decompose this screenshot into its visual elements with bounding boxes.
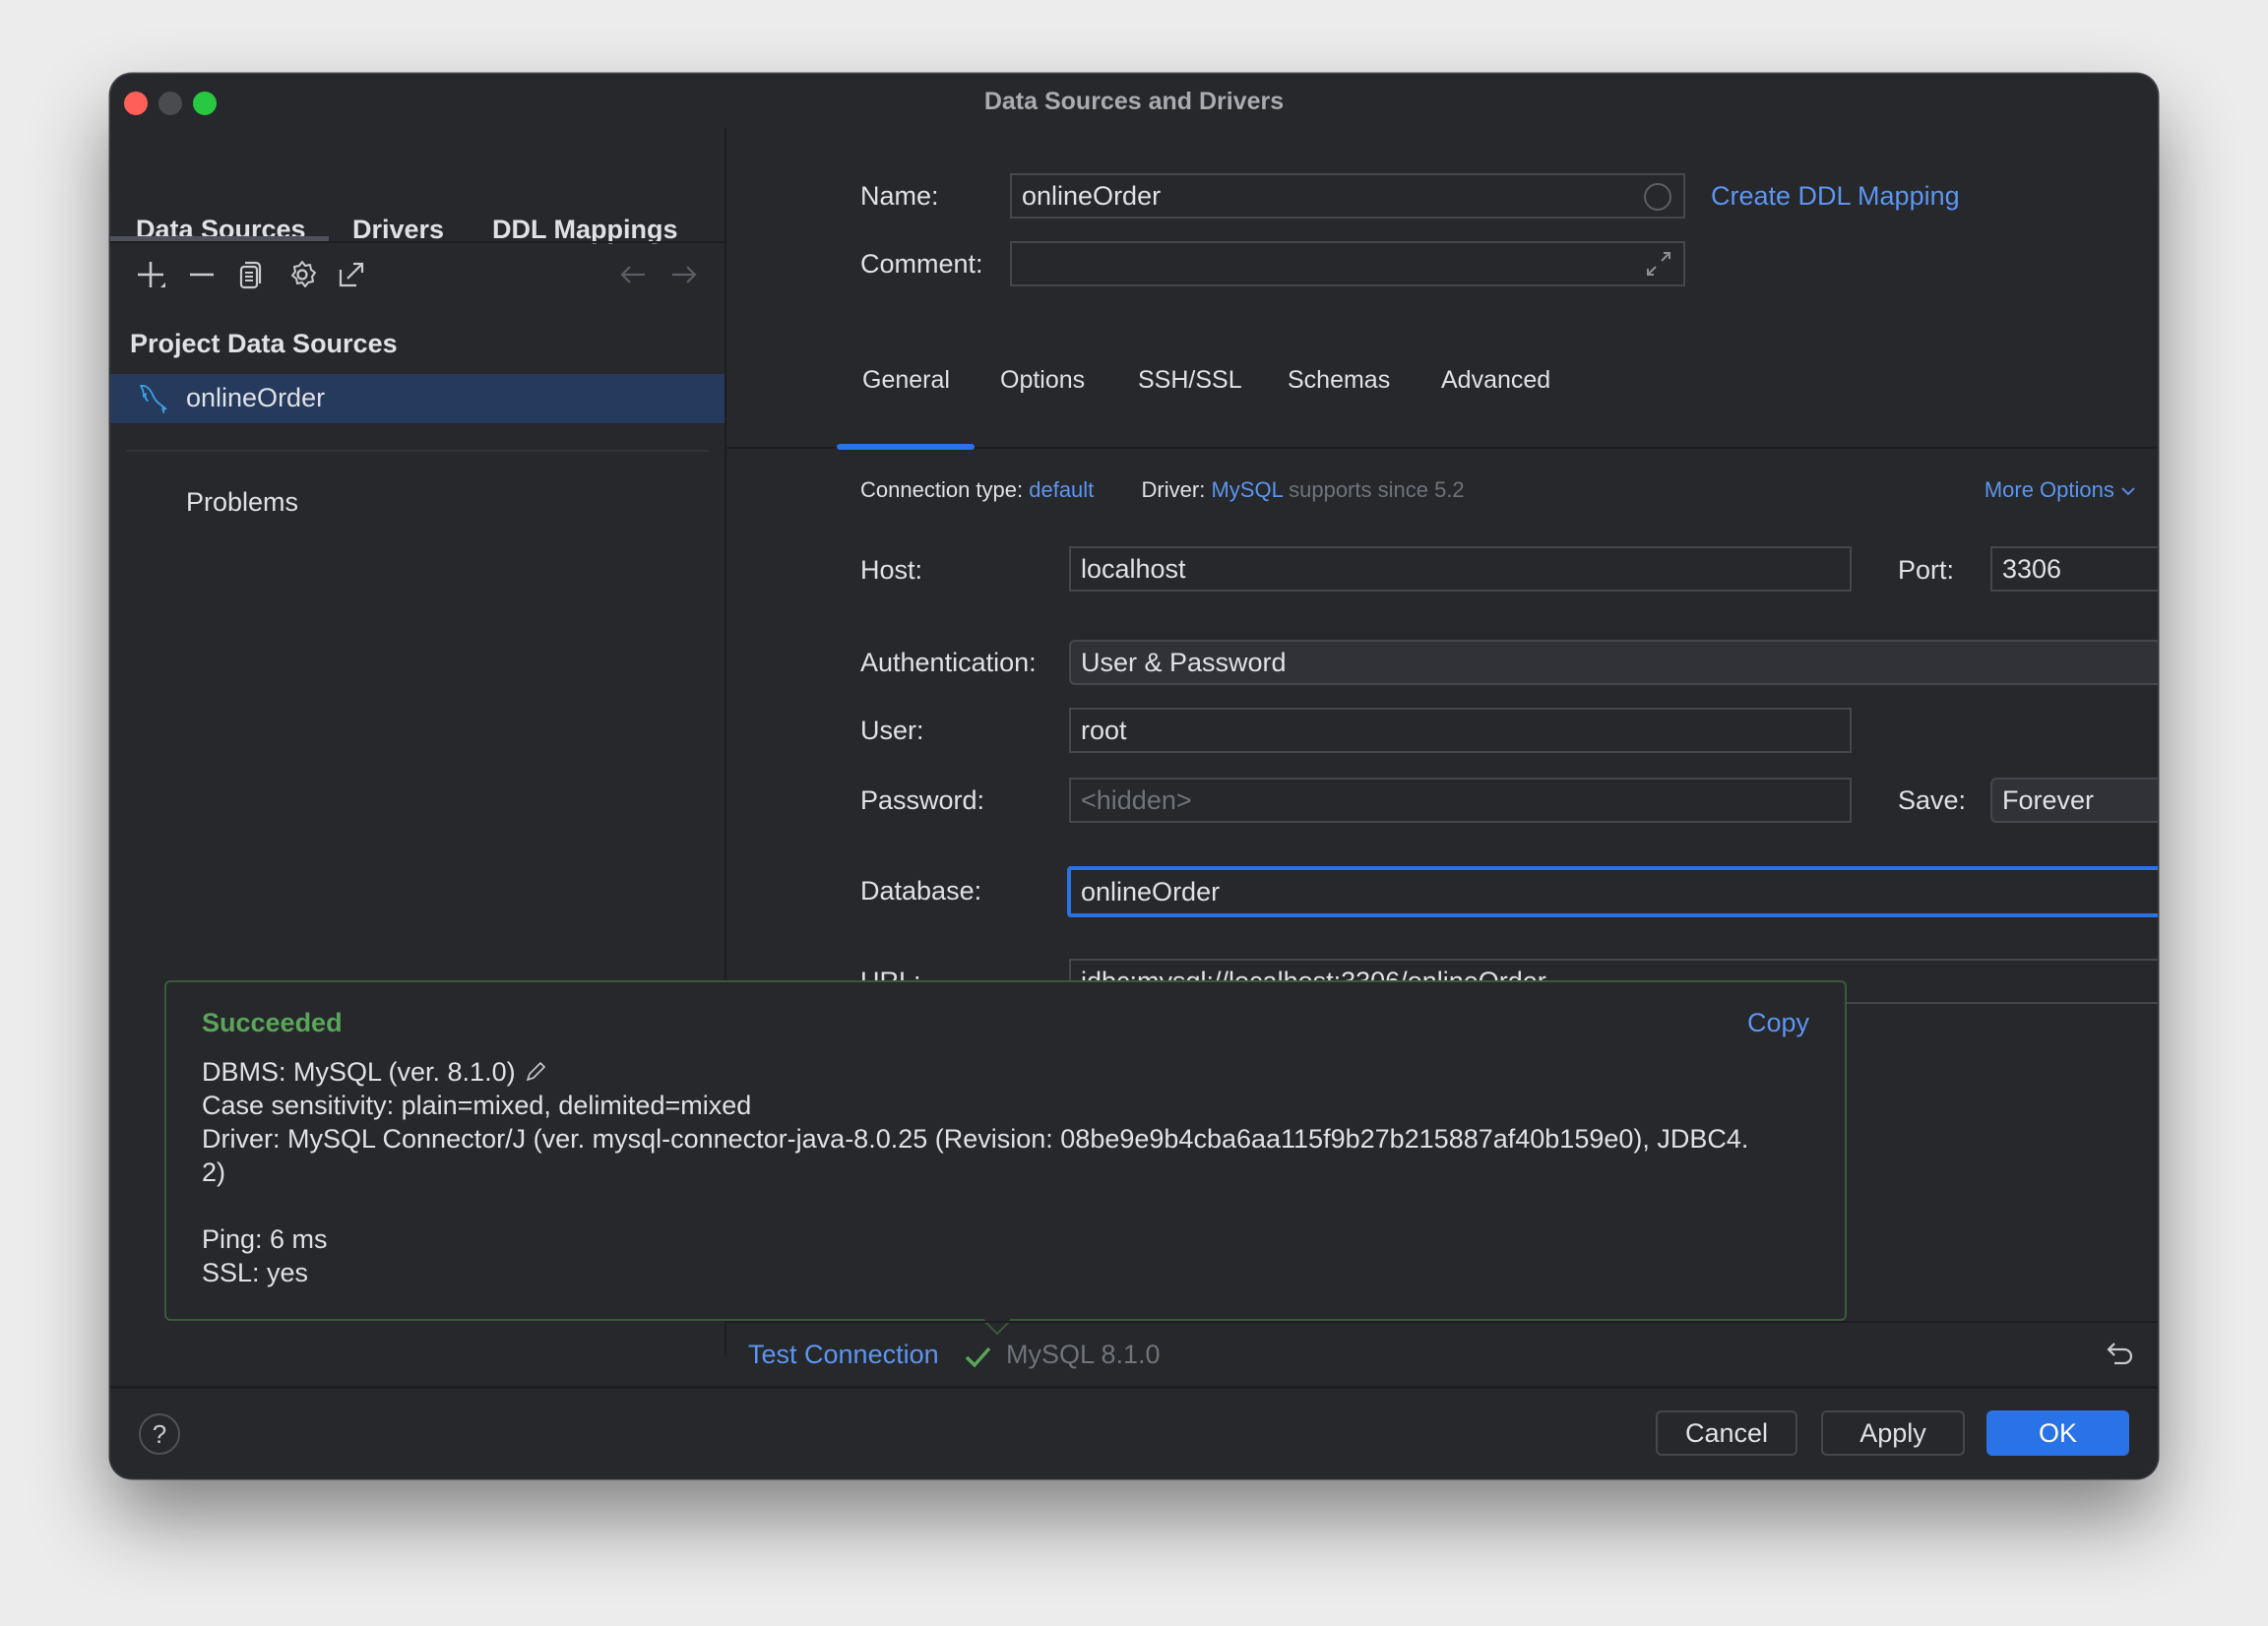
window-title: Data Sources and Drivers xyxy=(983,88,1285,115)
driver-link[interactable]: MySQL xyxy=(1211,477,1283,502)
port-label: Port: xyxy=(1898,555,1955,585)
remove-icon[interactable] xyxy=(185,258,219,291)
save-select[interactable]: Forever xyxy=(1990,778,2158,823)
status-bar-divider xyxy=(724,1321,2158,1323)
result-status: Succeeded xyxy=(202,1008,343,1037)
save-label: Save: xyxy=(1898,785,1967,815)
cancel-button[interactable]: Cancel xyxy=(1656,1410,1797,1456)
active-tab-indicator xyxy=(837,444,975,450)
ok-button[interactable]: OK xyxy=(1986,1410,2129,1456)
more-options-button[interactable]: More Options xyxy=(1984,477,2136,503)
user-label: User: xyxy=(860,716,924,745)
help-icon: ? xyxy=(152,1419,167,1449)
authentication-select[interactable]: User & Password xyxy=(1069,640,2158,685)
test-connection-result-popup: Succeeded Copy DBMS: MySQL (ver. 8.1.0) … xyxy=(164,980,1847,1321)
dialog-window: Data Sources and Drivers Data Sources Dr… xyxy=(110,74,2158,1478)
tab-advanced[interactable]: Advanced xyxy=(1441,366,1550,395)
comment-input[interactable] xyxy=(1010,241,1685,286)
back-arrow-icon[interactable] xyxy=(616,258,650,291)
authentication-value: User & Password xyxy=(1081,648,1287,677)
password-input[interactable]: <hidden> xyxy=(1069,778,1852,823)
tab-general[interactable]: General xyxy=(862,366,950,395)
active-tab-indicator xyxy=(110,236,329,241)
test-connection-link[interactable]: Test Connection xyxy=(748,1340,939,1370)
checkmark-icon xyxy=(965,1346,991,1368)
mysql-dolphin-icon xyxy=(138,382,169,415)
result-line-ping: Ping: 6 ms xyxy=(202,1224,328,1254)
result-line-ssl: SSL: yes xyxy=(202,1258,309,1287)
tab-ssh-ssl[interactable]: SSH/SSL xyxy=(1138,366,1242,395)
settings-gear-icon[interactable] xyxy=(285,258,319,291)
chevron-down-icon xyxy=(2121,487,2135,496)
apply-button[interactable]: Apply xyxy=(1821,1410,1965,1456)
project-data-sources-title: Project Data Sources xyxy=(130,329,398,358)
port-input[interactable]: 3306 xyxy=(1990,546,2158,592)
color-circle-icon[interactable] xyxy=(1644,183,1671,211)
result-line: Case sensitivity: plain=mixed, delimited… xyxy=(202,1091,752,1120)
copy-button[interactable]: Copy xyxy=(1747,1008,1809,1038)
data-source-name: onlineOrder xyxy=(186,383,326,412)
connection-type-label: Connection type: xyxy=(860,477,1024,502)
data-source-item-onlineorder[interactable]: onlineOrder xyxy=(110,374,724,423)
forward-arrow-icon[interactable] xyxy=(667,258,701,291)
footer-divider xyxy=(110,1386,2158,1389)
user-input[interactable]: root xyxy=(1069,708,1852,753)
result-line: 2) xyxy=(202,1157,226,1187)
expand-icon[interactable] xyxy=(1644,249,1673,279)
create-ddl-mapping-link[interactable]: Create DDL Mapping xyxy=(1711,181,1960,212)
driver-label: Driver: xyxy=(1141,477,1206,502)
connection-info-row: Connection type: default Driver: MySQL s… xyxy=(860,477,1465,503)
duplicate-icon[interactable] xyxy=(234,258,268,291)
dbms-text: DBMS: MySQL (ver. 8.1.0) xyxy=(202,1057,516,1087)
save-value: Forever xyxy=(2002,785,2095,815)
database-select[interactable]: onlineOrder xyxy=(1067,866,2158,917)
password-label: Password: xyxy=(860,785,985,815)
connection-version: MySQL 8.1.0 xyxy=(1006,1340,1161,1369)
more-options-label: More Options xyxy=(1984,477,2114,502)
problems-item[interactable]: Problems xyxy=(186,487,298,518)
revert-icon[interactable] xyxy=(2103,1338,2138,1373)
pencil-icon[interactable] xyxy=(523,1059,548,1085)
export-icon[interactable] xyxy=(335,258,368,291)
tab-options[interactable]: Options xyxy=(1000,366,1085,395)
result-line-dbms: DBMS: MySQL (ver. 8.1.0) xyxy=(202,1057,548,1088)
comment-label: Comment: xyxy=(860,249,983,279)
sidebar-separator xyxy=(126,450,709,452)
tab-schemas[interactable]: Schemas xyxy=(1288,366,1390,395)
tab-strip-divider xyxy=(110,241,724,243)
name-input[interactable]: onlineOrder xyxy=(1010,173,1685,219)
authentication-label: Authentication: xyxy=(860,648,1037,677)
driver-note: supports since 5.2 xyxy=(1289,477,1465,502)
help-button[interactable]: ? xyxy=(139,1413,180,1455)
name-value: onlineOrder xyxy=(1022,181,1162,211)
database-value: onlineOrder xyxy=(1081,877,1221,907)
add-icon[interactable] xyxy=(134,258,167,291)
connection-type-link[interactable]: default xyxy=(1029,477,1094,502)
host-label: Host: xyxy=(860,555,923,585)
result-line: Driver: MySQL Connector/J (ver. mysql-co… xyxy=(202,1124,1749,1154)
database-label: Database: xyxy=(860,876,982,906)
name-label: Name: xyxy=(860,181,939,211)
host-input[interactable]: localhost xyxy=(1069,546,1852,592)
